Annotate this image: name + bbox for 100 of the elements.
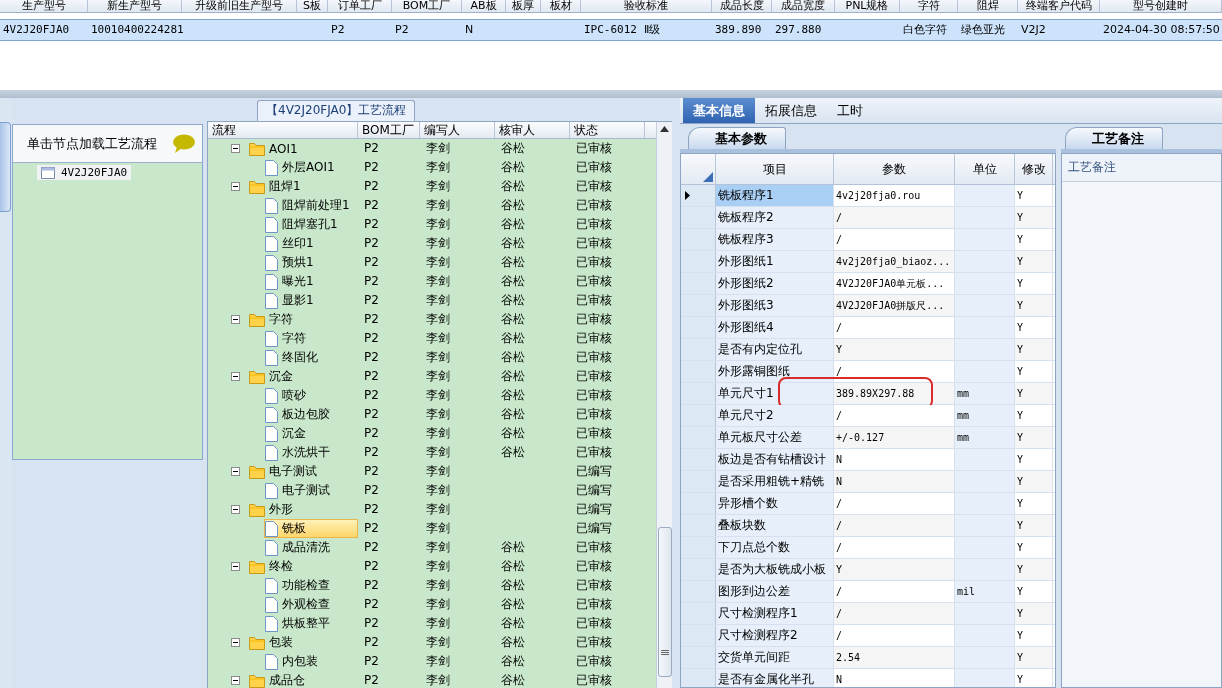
tree-node[interactable]: 字符 — [264, 329, 358, 348]
tree-node[interactable]: 内包装 — [264, 652, 358, 671]
table-cell-text: 李剑 — [425, 634, 451, 651]
column-header[interactable]: 流程 — [208, 122, 358, 138]
collapse-icon[interactable] — [231, 144, 240, 153]
column-header[interactable]: 新生产型号 — [88, 0, 182, 13]
tree-node[interactable]: 水洗烘干 — [264, 443, 358, 462]
tree-node[interactable]: 喷砂 — [264, 386, 358, 405]
column-header[interactable]: 升级前旧生产型号 — [182, 0, 297, 13]
table-cell-text: P2 — [363, 463, 380, 480]
column-header[interactable]: S板 — [297, 0, 328, 13]
tab[interactable]: 工时 — [827, 98, 873, 123]
column-header[interactable]: 生产型号 — [0, 0, 88, 13]
tree-node[interactable]: 字符 — [248, 310, 358, 329]
column-header[interactable]: 阻焊 — [958, 0, 1018, 13]
collapse-icon[interactable] — [231, 182, 240, 191]
column-header[interactable]: 成品长度 — [712, 0, 772, 13]
splitter-bar[interactable] — [0, 90, 1222, 98]
column-header[interactable]: 字符 — [900, 0, 958, 13]
tree-node[interactable]: 阻焊1 — [248, 177, 358, 196]
tree-node[interactable]: 外层AOI1 — [264, 158, 358, 177]
column-header[interactable]: 终端客户代码 — [1018, 0, 1100, 13]
tree-node[interactable]: 预烘1 — [264, 253, 358, 272]
table-cell-text: 297.880 — [774, 22, 823, 38]
column-header[interactable]: 板材 — [541, 0, 581, 13]
table-cell-text: 李剑 — [425, 216, 451, 233]
collapse-icon[interactable] — [231, 467, 240, 476]
collapse-icon[interactable] — [231, 638, 240, 647]
column-header[interactable]: 板厚 — [506, 0, 541, 13]
notes-label: 工艺备注 — [1062, 154, 1221, 182]
folder-icon — [249, 312, 265, 327]
table-cell: Y — [1015, 427, 1053, 448]
scroll-thumb[interactable] — [657, 527, 672, 677]
tree-node[interactable]: 功能检查 — [264, 576, 358, 595]
tree-node[interactable]: 4V2J20FJA0 — [37, 165, 132, 180]
column-header[interactable]: 状态 — [570, 122, 645, 138]
column-header[interactable]: 核审人 — [495, 122, 570, 138]
table-cell: Y — [834, 559, 955, 580]
table-cell: N — [834, 471, 955, 492]
tree-node[interactable]: 电子测试 — [248, 462, 358, 481]
tree-node[interactable]: 外观检查 — [264, 595, 358, 614]
document-icon — [265, 615, 278, 632]
table-cell-text: 谷松 — [500, 330, 526, 347]
column-header[interactable]: 验收标准 — [581, 0, 712, 13]
column-header[interactable]: 单位 — [955, 154, 1015, 184]
column-header[interactable]: 订单工厂 — [328, 0, 392, 13]
tree-node[interactable]: 沉金 — [264, 424, 358, 443]
table-cell-text: 已审核 — [575, 273, 613, 290]
document-icon — [265, 653, 278, 670]
tab[interactable]: 基本信息 — [683, 98, 755, 123]
table-cell-text: 已审核 — [575, 216, 613, 233]
tree-node[interactable]: 阻焊塞孔1 — [264, 215, 358, 234]
tree-node[interactable]: 曝光1 — [264, 272, 358, 291]
tree-node[interactable]: 成品仓 — [248, 671, 358, 688]
tree-node[interactable]: 沉金 — [248, 367, 358, 386]
tree-node[interactable]: 丝印1 — [264, 234, 358, 253]
panel-tab[interactable]: 工艺备注 — [1065, 127, 1163, 149]
table-cell: 4v2j20fja0.rou — [834, 185, 955, 206]
table-cell-text: 谷松 — [500, 634, 526, 651]
tree-node[interactable]: 终检 — [248, 557, 358, 576]
tree-node[interactable]: AOI1 — [248, 139, 358, 158]
tree-node[interactable]: 烘板整平 — [264, 614, 358, 633]
row-header[interactable] — [681, 185, 716, 206]
tree-node[interactable]: 阻焊前处理1 — [264, 196, 358, 215]
tab[interactable]: 拓展信息 — [755, 98, 827, 123]
tree-node[interactable]: 板边包胶 — [264, 405, 358, 424]
tree-node[interactable]: 外形 — [248, 500, 358, 519]
tree-node[interactable]: 成品清洗 — [264, 538, 358, 557]
column-header[interactable]: AB板 — [462, 0, 506, 13]
column-header[interactable]: 成品宽度 — [772, 0, 835, 13]
table-cell-text: P2 — [363, 672, 380, 688]
tree-node[interactable]: 显影1 — [264, 291, 358, 310]
panel-tab[interactable]: 基本参数 — [688, 127, 786, 149]
tree-node[interactable]: 铣板 — [264, 519, 358, 538]
collapse-icon[interactable] — [231, 562, 240, 571]
collapse-icon[interactable] — [231, 315, 240, 324]
table-cell-text: 谷松 — [500, 254, 526, 271]
side-tab[interactable] — [0, 122, 11, 212]
tree-node[interactable]: 包装 — [248, 633, 358, 652]
scrollbar[interactable] — [656, 122, 672, 688]
collapse-icon[interactable] — [231, 505, 240, 514]
column-header[interactable]: 修改 — [1015, 154, 1053, 184]
table-cell-text: 已编写 — [575, 520, 613, 537]
tree-node[interactable]: 电子测试 — [264, 481, 358, 500]
panel-tab[interactable]: 【4V2J20FJA0】工艺流程 — [257, 100, 416, 121]
column-header[interactable]: BOM工厂 — [392, 0, 462, 13]
collapse-icon[interactable] — [231, 372, 240, 381]
column-header[interactable]: 项目 — [716, 154, 834, 184]
table-row[interactable]: 4V2J20FJA0 10010400224281 P2 P2 N IPC-6012 Ⅱ级 389.890 297.880 白色字符 绿色亚光 V2J2 2024-04-30 08:57:50 — [0, 19, 1222, 41]
collapse-icon[interactable] — [231, 676, 240, 685]
scroll-up-icon[interactable] — [660, 126, 669, 132]
column-header[interactable]: 编写人 — [420, 122, 495, 138]
table-cell-text: 已审核 — [575, 254, 613, 271]
corner-icon — [703, 172, 713, 182]
table-cell-text: 谷松 — [500, 368, 526, 385]
tree-node[interactable]: 终固化 — [264, 348, 358, 367]
column-header[interactable]: 型号创建时 — [1100, 0, 1222, 13]
column-header[interactable]: 参数 — [834, 154, 955, 184]
column-header[interactable]: PNL规格 — [835, 0, 900, 13]
column-header[interactable]: BOM工厂 — [358, 122, 420, 138]
